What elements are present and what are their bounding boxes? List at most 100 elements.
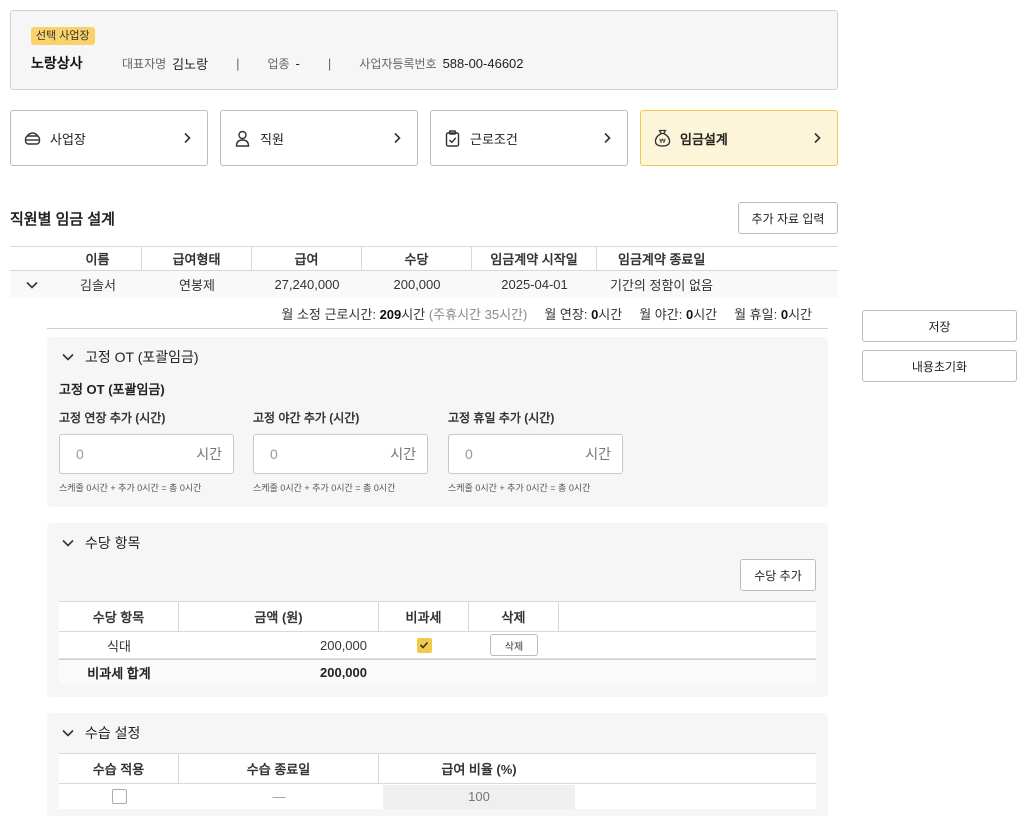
fixed-holiday-input[interactable] — [465, 446, 586, 462]
allowance-table: 수당 항목 금액 (원) 비과세 삭제 식대 200,000 삭제 비과세 합계… — [59, 601, 816, 685]
monthly-hours-summary: 월 소정 근로시간: 209시간 (주휴시간 35시간) 월 연장: 0시간 월… — [47, 298, 828, 329]
fixed-overtime-input[interactable] — [76, 446, 197, 462]
delete-allowance-button[interactable]: 삭제 — [490, 634, 538, 656]
wage-table-header: 이름 급여형태 급여 수당 임금계약 시작일 임금계약 종료일 — [10, 246, 838, 271]
step-employee[interactable]: 직원 — [220, 110, 418, 166]
reset-button[interactable]: 내용초기화 — [862, 350, 1017, 382]
unit-text: 시간 — [598, 306, 623, 322]
probation-apply-cell — [59, 784, 179, 809]
section-title: 직원별 임금 설계 — [10, 211, 115, 228]
step-workplace[interactable]: 사업장 — [10, 110, 208, 166]
column-header: 급여 — [252, 247, 362, 270]
unit-text: 시간 — [196, 446, 222, 462]
company-name: 노랑상사 — [31, 55, 83, 71]
column-header: 급여 비율 (%) — [441, 762, 517, 777]
allowance-panel: 수당 항목 수당 추가 수당 항목 금액 (원) 비과세 삭제 식대 200,0… — [47, 523, 828, 697]
probation-toggle[interactable]: 수습 설정 — [61, 723, 140, 743]
holiday-value: 0 — [780, 306, 789, 322]
tax-free-total-value: 200,000 — [320, 665, 367, 680]
svg-text:₩: ₩ — [659, 137, 666, 145]
probation-ratio-input[interactable] — [383, 784, 575, 809]
column-header: 수습 적용 — [59, 754, 179, 783]
chevron-down-icon — [26, 281, 38, 289]
step-wage-design[interactable]: ₩ 임금설계 — [640, 110, 838, 166]
unit-text: 시간 — [788, 306, 812, 322]
regular-hours: 월 소정 근로시간: 209시간 (주휴시간 35시간) — [281, 304, 527, 323]
tax-free-total-label: 비과세 합계 — [87, 666, 151, 681]
night-label: 월 야간: — [639, 306, 683, 322]
overtime-label: 월 연장: — [544, 306, 588, 322]
fixed-night-field[interactable]: 시간 — [253, 434, 428, 474]
person-icon — [233, 129, 251, 147]
column-header: 임금계약 시작일 — [472, 247, 597, 270]
ceo-label: 대표자명 — [122, 57, 167, 71]
holiday-label: 월 휴일: — [734, 306, 778, 322]
column-header: 비과세 — [379, 602, 469, 631]
allowance-table-footer: 비과세 합계 200,000 — [59, 659, 816, 685]
allowance-item: 식대 — [107, 638, 131, 654]
add-data-button[interactable]: 추가 자료 입력 — [738, 202, 838, 234]
salary-value: 27,240,000 — [274, 277, 340, 292]
regular-hours-label: 월 소정 근로시간: — [281, 306, 376, 322]
probation-table: 수습 적용 수습 종료일 급여 비율 (%) — — [59, 753, 816, 809]
probation-apply-checkbox[interactable] — [111, 789, 127, 804]
clipboard-check-icon — [443, 129, 461, 147]
wage-table: 이름 급여형태 급여 수당 임금계약 시작일 임금계약 종료일 김솔서 연봉제 … — [10, 246, 838, 298]
unit-text: 시간 — [585, 446, 611, 462]
check-icon — [419, 641, 429, 649]
probation-table-header: 수습 적용 수습 종료일 급여 비율 (%) — [59, 753, 816, 784]
step-working-conditions[interactable]: 근로조건 — [430, 110, 628, 166]
allowance-table-header: 수당 항목 금액 (원) 비과세 삭제 — [59, 601, 816, 632]
table-row: 식대 200,000 삭제 — [59, 632, 816, 659]
allowance-toggle[interactable]: 수당 항목 — [61, 533, 140, 553]
step-label: 직원 — [260, 131, 284, 147]
add-allowance-button[interactable]: 수당 추가 — [740, 559, 816, 591]
column-header: 이름 — [54, 247, 142, 270]
unit-text: 시간 — [693, 306, 718, 322]
step-label: 임금설계 — [680, 131, 728, 147]
night-hours: 월 야간: 0시간 — [639, 304, 717, 323]
company-card: 선택 사업장 노랑상사 대표자명 김노랑 | 업종 - | 사업자등록번호 58… — [10, 10, 838, 90]
chevron-down-icon — [62, 539, 74, 547]
probation-end-date[interactable]: — — [179, 784, 379, 809]
building-icon — [23, 129, 41, 147]
table-row[interactable]: 김솔서 연봉제 27,240,000 200,000 2025-04-01 기간… — [10, 271, 838, 298]
chevron-right-icon — [814, 132, 821, 144]
panel-title: 수습 설정 — [85, 725, 141, 741]
chevron-down-icon — [62, 353, 74, 361]
bizno-label: 사업자등록번호 — [359, 57, 437, 71]
weekly-rest-note: (주휴시간 35시간) — [428, 306, 528, 322]
column-header: 금액 (원) — [179, 602, 379, 631]
field-label: 고정 휴일 추가 (시간) — [448, 411, 555, 425]
holiday-hours: 월 휴일: 0시간 — [734, 304, 812, 323]
chevron-down-icon — [62, 729, 74, 737]
tax-free-checkbox[interactable] — [416, 637, 432, 653]
fixed-overtime-field[interactable]: 시간 — [59, 434, 234, 474]
fixed-ot-panel: 고정 OT (포괄임금) 고정 OT (포괄임금) 고정 연장 추가 (시간) … — [47, 337, 828, 507]
column-header: 삭제 — [469, 602, 559, 631]
allowance-amount: 200,000 — [320, 637, 367, 653]
tax-free-cell — [379, 632, 469, 658]
save-button[interactable]: 저장 — [862, 310, 1017, 342]
fixed-ot-toggle[interactable]: 고정 OT (포괄임금) — [61, 347, 199, 367]
fixed-ot-title: 고정 OT (포괄임금) — [59, 382, 165, 397]
employee-name: 김솔서 — [80, 278, 116, 293]
meta-separator: | — [327, 56, 332, 71]
step-label: 사업장 — [50, 131, 86, 147]
column-header: 수습 종료일 — [179, 754, 379, 783]
bizno-value: 588-00-46602 — [442, 56, 524, 71]
contract-end: 기간의 정함이 없음 — [610, 278, 713, 293]
chevron-right-icon — [604, 132, 611, 144]
fixed-night-input[interactable] — [270, 446, 391, 462]
fixed-holiday-field[interactable]: 시간 — [448, 434, 623, 474]
column-header: 수당 — [362, 247, 472, 270]
expand-toggle[interactable] — [10, 271, 54, 298]
delete-cell: 삭제 — [469, 632, 559, 658]
step-label: 근로조건 — [470, 131, 518, 147]
fixed-overtime-group: 고정 연장 추가 (시간) 시간 스케줄 0시간 + 추가 0시간 = 총 0시… — [59, 409, 234, 494]
ceo-value: 김노랑 — [172, 57, 209, 72]
column-header: 수당 항목 — [59, 602, 179, 631]
overtime-hours: 월 연장: 0시간 — [544, 304, 622, 323]
money-bag-icon: ₩ — [653, 129, 671, 147]
probation-ratio-cell — [379, 784, 579, 809]
